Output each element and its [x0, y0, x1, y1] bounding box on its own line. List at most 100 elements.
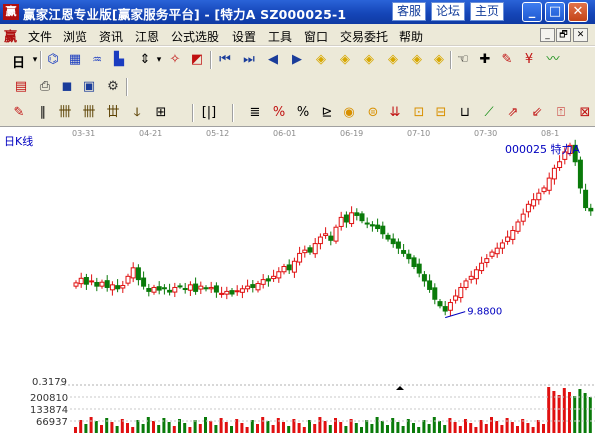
candle[interactable]	[208, 286, 214, 290]
candle[interactable]	[359, 213, 365, 222]
reverse-icon[interactable]: ⇙	[528, 104, 546, 122]
menu-browse[interactable]: 浏览	[63, 28, 87, 45]
candle[interactable]	[505, 236, 511, 242]
candle[interactable]	[458, 286, 464, 299]
menu-tools[interactable]: 工具	[268, 28, 292, 45]
candle[interactable]	[536, 192, 542, 201]
candle[interactable]	[531, 199, 537, 207]
candle[interactable]	[177, 285, 183, 288]
grid-icon[interactable]: ▦	[66, 51, 84, 69]
indicator-3-icon[interactable]: ◈	[360, 51, 378, 69]
candle[interactable]	[551, 167, 557, 180]
candle[interactable]	[333, 226, 339, 242]
candle[interactable]	[78, 277, 84, 285]
candle[interactable]	[583, 189, 589, 209]
candle[interactable]	[271, 275, 277, 280]
candle[interactable]	[291, 260, 297, 273]
indicator-6-icon[interactable]: ◈	[430, 51, 448, 69]
candle[interactable]	[120, 285, 126, 289]
candle[interactable]	[343, 214, 349, 223]
candle[interactable]	[130, 267, 136, 279]
money-icon[interactable]: ¥	[520, 51, 538, 69]
percent-line-icon[interactable]: %	[270, 104, 288, 122]
candle[interactable]	[437, 301, 443, 307]
indicator-1-icon[interactable]: ◈	[312, 51, 330, 69]
draw-icon[interactable]: ✎	[498, 51, 516, 69]
indicator-4-icon[interactable]: ◈	[384, 51, 402, 69]
candle[interactable]	[260, 279, 266, 285]
service-button[interactable]: 客服	[392, 2, 426, 21]
indicator-2-icon[interactable]: ◈	[336, 51, 354, 69]
candle[interactable]	[234, 290, 240, 293]
candle[interactable]	[323, 233, 329, 236]
fan-icon[interactable]: 卌	[56, 104, 74, 122]
trend-icon[interactable]: ⟋	[480, 104, 498, 122]
candle[interactable]	[167, 289, 173, 293]
grid-lines-icon[interactable]: 丗	[104, 104, 122, 122]
candle[interactable]	[115, 285, 121, 290]
first-icon[interactable]: ⏮	[216, 51, 234, 69]
candle[interactable]	[546, 177, 552, 191]
candle[interactable]	[515, 221, 521, 232]
candle[interactable]	[395, 241, 401, 249]
cup-icon[interactable]: ⊔	[456, 104, 474, 122]
candle[interactable]	[421, 274, 427, 282]
candle[interactable]	[577, 159, 583, 189]
candle[interactable]	[494, 247, 500, 255]
wave-icon[interactable]: ↆ	[128, 104, 146, 122]
candle[interactable]	[187, 284, 193, 291]
left-icon[interactable]: ◀	[264, 51, 282, 69]
candle[interactable]	[520, 213, 526, 222]
candle[interactable]	[239, 288, 245, 293]
candle[interactable]	[297, 252, 303, 263]
parallel-icon[interactable]: ∥	[34, 104, 52, 122]
candle[interactable]	[489, 251, 495, 257]
gear-icon[interactable]: ⚙	[104, 78, 122, 96]
candle[interactable]	[141, 277, 147, 287]
candle[interactable]	[73, 282, 79, 287]
candle[interactable]	[479, 262, 485, 272]
line-icon[interactable]: 〰	[544, 51, 562, 69]
candle[interactable]	[338, 216, 344, 227]
candle[interactable]	[182, 288, 188, 291]
gold-icon[interactable]: ⊟	[432, 104, 450, 122]
calendar-icon[interactable]: ▤	[12, 78, 30, 96]
candle[interactable]	[453, 295, 459, 301]
money-box-icon[interactable]: ⊡	[410, 104, 428, 122]
print-icon[interactable]: ⎙	[36, 78, 54, 96]
candle[interactable]	[89, 280, 95, 283]
candle[interactable]	[281, 266, 287, 273]
frame-icon[interactable]: [|]	[200, 104, 218, 122]
candle[interactable]	[364, 222, 370, 225]
percent-icon[interactable]: %	[294, 104, 312, 122]
candle[interactable]	[219, 292, 225, 295]
mdi-minimize-button[interactable]: _	[540, 28, 555, 42]
menu-formula[interactable]: 公式选股	[171, 28, 219, 45]
right-icon[interactable]: ▶	[288, 51, 306, 69]
candle[interactable]	[172, 286, 178, 293]
candle[interactable]	[104, 280, 110, 288]
mdi-restore-button[interactable]: 🗗	[556, 28, 571, 42]
candle[interactable]	[427, 280, 433, 290]
close-button[interactable]: ✕	[568, 2, 588, 22]
minimize-button[interactable]: _	[522, 2, 542, 22]
candle[interactable]	[146, 288, 152, 292]
candle[interactable]	[156, 286, 162, 291]
mdi-close-button[interactable]: ✕	[573, 28, 588, 42]
candle[interactable]	[125, 275, 131, 284]
indicator-5-icon[interactable]: ◈	[408, 51, 426, 69]
kline-svg[interactable]: 03-31 04-21 05-12 06-01 06-19 07-10 07-30 08-1 …	[0, 127, 595, 435]
sort-icon[interactable]: ♒	[88, 51, 106, 69]
up-bar-icon[interactable]: ⍐	[552, 104, 570, 122]
save-icon[interactable]: ◼	[58, 78, 76, 96]
candle[interactable]	[406, 253, 412, 260]
candle[interactable]	[525, 203, 531, 213]
candle[interactable]	[442, 306, 448, 312]
candle[interactable]	[473, 269, 479, 280]
menu-gann[interactable]: 江恩	[135, 28, 159, 45]
candle[interactable]	[499, 242, 505, 249]
list-icon[interactable]: ≣	[246, 104, 264, 122]
menu-logo-icon[interactable]: 赢	[4, 26, 17, 45]
candle[interactable]	[484, 258, 490, 263]
candle[interactable]	[432, 287, 438, 300]
